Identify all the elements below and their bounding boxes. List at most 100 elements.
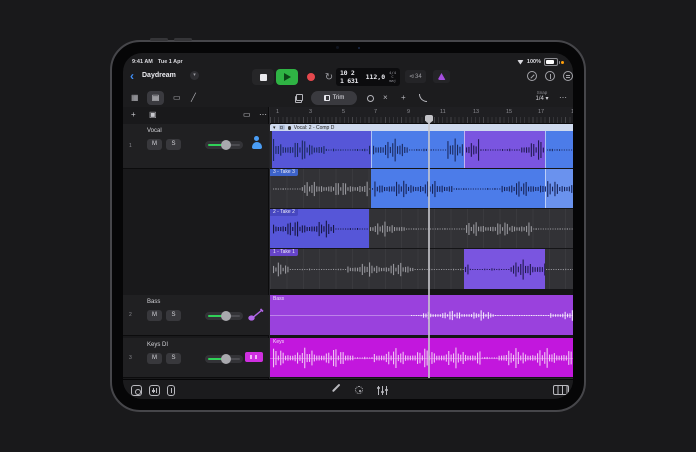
- duplicate-button[interactable]: [295, 94, 303, 103]
- comp-title: Vocal: 2 - Comp D: [293, 124, 335, 131]
- mute-button[interactable]: M: [147, 310, 162, 321]
- trim-tool-button[interactable]: Trim: [311, 91, 357, 105]
- play-icon: [284, 73, 291, 81]
- ruler-label: 1: [276, 109, 280, 115]
- keys-region[interactable]: Keys: [270, 338, 573, 378]
- snap-value: 1/4 ▾: [535, 96, 549, 102]
- region-inspector-button[interactable]: ▭: [173, 91, 181, 105]
- metronome-icon: [549, 73, 551, 79]
- comp-region-header[interactable]: ▾ D Vocal: 2 - Comp D: [270, 124, 573, 131]
- project-menu-chevron-icon[interactable]: ▾: [190, 71, 199, 80]
- track-header-bass[interactable]: 2 Bass M S: [123, 295, 269, 336]
- di-box-icon: [245, 352, 263, 362]
- solo-button[interactable]: S: [166, 353, 181, 364]
- comp-segment-take3[interactable]: [371, 131, 465, 168]
- editor-settings-icon[interactable]: [355, 386, 363, 394]
- mute-button[interactable]: M: [147, 353, 162, 364]
- app-screen: 9:41 AM Tue 1 Apr 100% ‹ Daydream ▾ ↻ 10…: [123, 53, 573, 399]
- region-label: Bass: [273, 296, 285, 302]
- comp-segment-take3b[interactable]: [545, 131, 573, 168]
- project-title[interactable]: Daydream: [142, 72, 176, 79]
- play-button[interactable]: [276, 69, 298, 85]
- add-track-button[interactable]: +: [131, 109, 136, 121]
- ruler-label: 15: [506, 109, 513, 115]
- bass-region[interactable]: Bass: [270, 295, 573, 336]
- tracks-view-button[interactable]: ▤: [147, 91, 164, 105]
- back-chevron-icon[interactable]: ‹: [130, 69, 134, 83]
- trim-icon: [323, 95, 330, 101]
- fader-icon: [170, 388, 172, 393]
- camera-sensor: [358, 46, 360, 49]
- track-name[interactable]: Bass: [147, 299, 160, 305]
- volume-up-button: [150, 38, 168, 41]
- zoom-fit-button[interactable]: ▭: [243, 109, 251, 121]
- counter-icon: ⊲: [409, 74, 415, 80]
- bar-ruler[interactable]: 1 3 5 7 9 11 13 15 17 19: [270, 107, 573, 124]
- metronome-button[interactable]: [545, 71, 555, 81]
- comp-segment-take1[interactable]: [464, 131, 546, 168]
- take-lane-3[interactable]: 3 - Take 3: [270, 169, 573, 209]
- stop-button[interactable]: [252, 69, 274, 85]
- settings-icon: [566, 75, 570, 76]
- mixer-button[interactable]: [149, 385, 160, 396]
- wifi-icon: [516, 59, 524, 65]
- track-header-vocal[interactable]: 1 Vocal M S: [123, 124, 269, 169]
- solo-button[interactable]: S: [166, 310, 181, 321]
- header-more-button[interactable]: ⋯: [259, 109, 267, 121]
- tuner-button[interactable]: [527, 71, 537, 81]
- lcd-display[interactable]: 10 2 1 631 112,0 4/4 C maj: [336, 68, 400, 86]
- take-label[interactable]: 3 - Take 3: [270, 169, 298, 176]
- comp-disclosure-icon[interactable]: ▾: [273, 125, 276, 131]
- track-header-column: + ▣ ▭ ⋯ 1 Vocal M S 2 Bass M S 3 Keys DI…: [123, 107, 269, 379]
- plugins-button[interactable]: [131, 385, 142, 396]
- volume-slider[interactable]: [205, 311, 243, 321]
- vocalist-icon: [250, 136, 263, 150]
- comp-region-row[interactable]: [270, 131, 573, 169]
- ruler-label: 5: [342, 109, 346, 115]
- more-button[interactable]: ⋯: [559, 91, 567, 105]
- track-name[interactable]: Vocal: [147, 128, 162, 134]
- settings-button[interactable]: [563, 71, 573, 81]
- track-number: 2: [129, 312, 132, 318]
- comp-segment-take2[interactable]: [272, 131, 371, 168]
- session-player-button[interactable]: [433, 70, 450, 83]
- timeline-area[interactable]: 1 3 5 7 9 11 13 15 17 19 ▾: [270, 107, 573, 379]
- track-header-toolbar: + ▣ ▭ ⋯: [123, 107, 269, 124]
- join-button[interactable]: +: [401, 91, 406, 105]
- fade-button[interactable]: [419, 94, 427, 102]
- status-date: Tue 1 Apr: [157, 59, 183, 65]
- ruler-label: 11: [440, 109, 446, 115]
- levels-icon[interactable]: [377, 386, 388, 395]
- take-lane-2[interactable]: 2 - Take 2: [270, 209, 573, 249]
- track-name[interactable]: Keys DI: [147, 342, 168, 348]
- browser-button[interactable]: ▦: [131, 91, 139, 105]
- counter-badge[interactable]: ⊲ 34: [405, 70, 426, 83]
- ruler-label: 17: [538, 109, 545, 115]
- volume-down-button: [174, 38, 192, 41]
- automation-button[interactable]: ╱: [191, 91, 196, 105]
- take-label[interactable]: 1 - Take 1: [270, 249, 298, 256]
- volume-slider[interactable]: [205, 354, 243, 364]
- track-number: 1: [129, 143, 132, 149]
- solo-button[interactable]: S: [166, 139, 181, 150]
- ruler-label: 7: [374, 109, 378, 115]
- battery-percent: 100%: [526, 59, 541, 65]
- loop-button[interactable]: [367, 94, 374, 102]
- track-template-icon[interactable]: ▣: [149, 109, 157, 121]
- take-lane-1[interactable]: 1 - Take 1: [270, 249, 573, 290]
- region-label: Keys: [273, 339, 285, 345]
- pencil-icon[interactable]: [331, 383, 341, 392]
- bass-guitar-icon: [248, 308, 264, 321]
- snap-control[interactable]: Snap 1/4 ▾: [529, 90, 555, 102]
- split-button[interactable]: ×: [383, 91, 388, 105]
- keyboard-icon[interactable]: [553, 385, 569, 395]
- volume-slider[interactable]: [205, 140, 243, 150]
- track-header-keys[interactable]: 3 Keys DI M S: [123, 338, 269, 378]
- battery-icon: [544, 58, 560, 66]
- fader-button[interactable]: [167, 385, 175, 396]
- playhead-line[interactable]: [428, 115, 430, 378]
- marketing-canvas: 9:41 AM Tue 1 Apr 100% ‹ Daydream ▾ ↻ 10…: [0, 0, 696, 452]
- mute-button[interactable]: M: [147, 139, 162, 150]
- take-label[interactable]: 2 - Take 2: [270, 209, 298, 216]
- track-number: 3: [129, 354, 132, 361]
